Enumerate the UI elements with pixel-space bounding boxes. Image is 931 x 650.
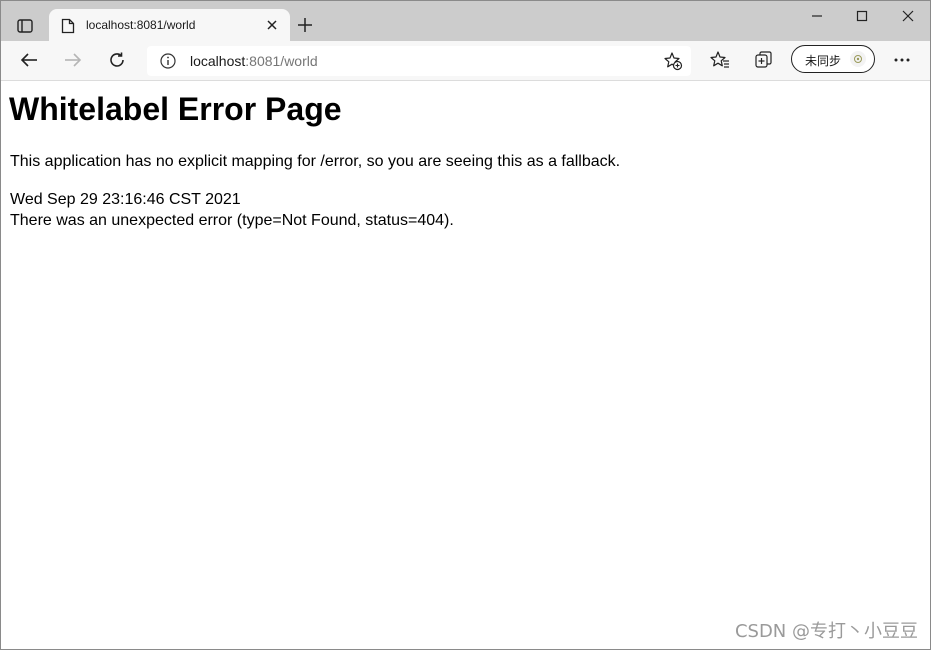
avatar-icon <box>854 55 862 63</box>
refresh-icon <box>110 52 124 67</box>
info-icon[interactable] <box>159 52 177 70</box>
refresh-button[interactable] <box>107 50 127 70</box>
error-timestamp: Wed Sep 29 23:16:46 CST 2021 <box>10 191 241 208</box>
close-icon <box>902 10 914 22</box>
error-description: This application has no explicit mapping… <box>10 153 621 170</box>
favorites-icon <box>710 51 729 68</box>
tab-actions-button[interactable] <box>14 16 36 36</box>
forward-arrow-icon <box>65 53 82 67</box>
page-icon <box>61 18 75 34</box>
plus-icon[interactable] <box>297 17 313 33</box>
profile-sync-label: 未同步 <box>805 54 842 68</box>
collections-icon <box>755 51 772 68</box>
minimize-icon <box>812 15 822 17</box>
back-arrow-icon <box>20 53 37 67</box>
page-title: Whitelabel Error Page <box>9 91 342 127</box>
address-path: :8081/world <box>245 53 318 69</box>
address-bar[interactable]: localhost:8081/world <box>147 46 691 76</box>
page-content: Whitelabel Error Page This application h… <box>1 81 930 649</box>
more-icon <box>894 58 910 62</box>
minimize-button[interactable] <box>794 1 840 31</box>
maximize-icon <box>856 10 868 22</box>
browser-window: localhost:8081/world localhost:8081/worl… <box>0 0 931 650</box>
more-button[interactable] <box>892 50 912 70</box>
tab-actions-icon <box>17 19 33 33</box>
forward-button[interactable] <box>63 50 83 70</box>
profile-button[interactable]: 未同步 <box>791 45 875 73</box>
back-button[interactable] <box>19 50 39 70</box>
watermark: CSDN @专打丶小豆豆 <box>734 621 918 642</box>
error-message: There was an unexpected error (type=Not … <box>10 212 454 229</box>
window-close-button[interactable] <box>885 1 930 31</box>
favorites-button[interactable] <box>710 50 730 70</box>
close-icon[interactable] <box>266 19 278 31</box>
tab-strip: localhost:8081/world <box>1 1 930 41</box>
address-url: localhost:8081/world <box>190 53 318 69</box>
collections-button[interactable] <box>754 50 774 70</box>
avatar <box>850 51 866 67</box>
maximize-button[interactable] <box>839 1 885 31</box>
tab-title: localhost:8081/world <box>86 18 196 32</box>
browser-toolbar: localhost:8081/world 未同步 <box>1 41 930 81</box>
address-host: localhost <box>190 53 246 69</box>
browser-tab[interactable]: localhost:8081/world <box>49 9 290 41</box>
add-favorite-icon[interactable] <box>663 51 683 71</box>
